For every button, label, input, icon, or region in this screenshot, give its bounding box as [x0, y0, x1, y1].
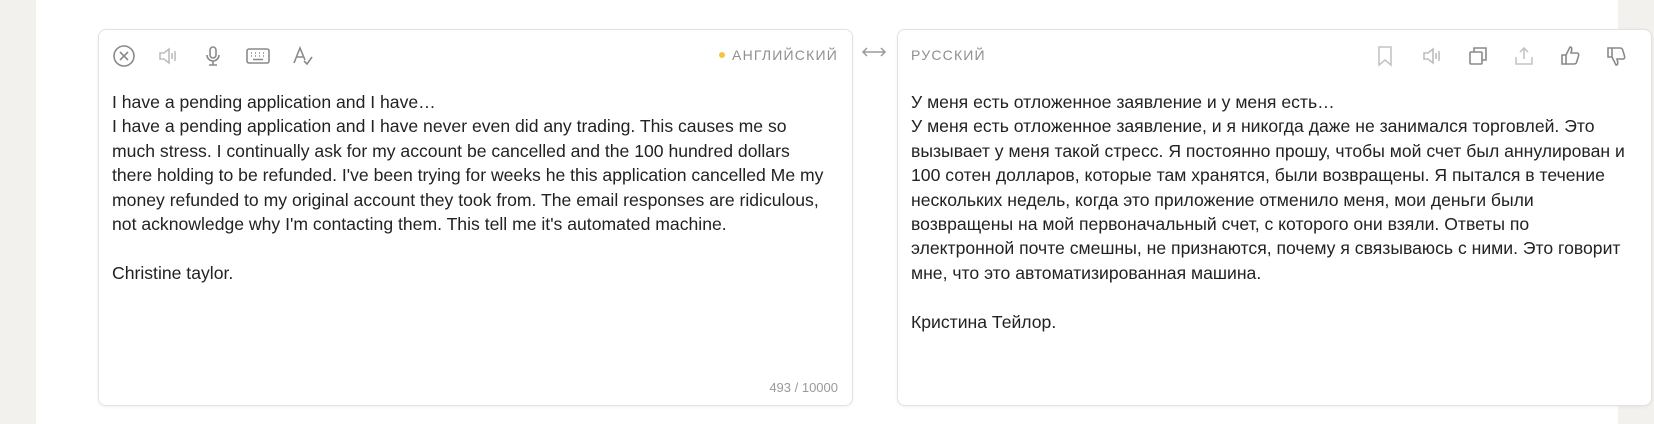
copy-icon[interactable]	[1464, 42, 1492, 70]
target-language-selector[interactable]: РУССКИЙ	[911, 47, 986, 63]
swap-arrows-icon	[860, 45, 888, 64]
source-toolbar: АНГЛИЙСКИЙ	[99, 30, 852, 80]
target-toolbar: РУССКИЙ	[898, 30, 1651, 80]
spellcheck-icon[interactable]	[288, 42, 316, 70]
source-panel: АНГЛИЙСКИЙ I have a pending application …	[98, 29, 853, 406]
thumbs-down-icon[interactable]	[1602, 42, 1630, 70]
speaker-icon[interactable]	[1418, 42, 1446, 70]
translator-main: АНГЛИЙСКИЙ I have a pending application …	[36, 0, 1652, 424]
translation-output: У меня есть отложенное заявление и у мен…	[911, 92, 1625, 332]
character-counter: 493 / 10000	[769, 380, 838, 395]
source-text-input[interactable]: I have a pending application and I have……	[112, 90, 832, 285]
keyboard-icon[interactable]	[244, 42, 272, 70]
speaker-icon[interactable]	[154, 42, 182, 70]
source-language-label: АНГЛИЙСКИЙ	[732, 47, 838, 63]
bookmark-icon[interactable]	[1371, 42, 1399, 70]
target-panel: РУССКИЙ У меня есть отложенное заявление…	[897, 29, 1652, 406]
detected-language-dot	[719, 52, 726, 58]
swap-languages-button[interactable]	[858, 44, 890, 64]
source-language-selector[interactable]: АНГЛИЙСКИЙ	[719, 47, 838, 63]
target-language-label: РУССКИЙ	[911, 47, 986, 63]
thumbs-up-icon[interactable]	[1556, 42, 1584, 70]
share-icon[interactable]	[1510, 42, 1538, 70]
clear-icon[interactable]	[110, 42, 138, 70]
microphone-icon[interactable]	[199, 42, 227, 70]
